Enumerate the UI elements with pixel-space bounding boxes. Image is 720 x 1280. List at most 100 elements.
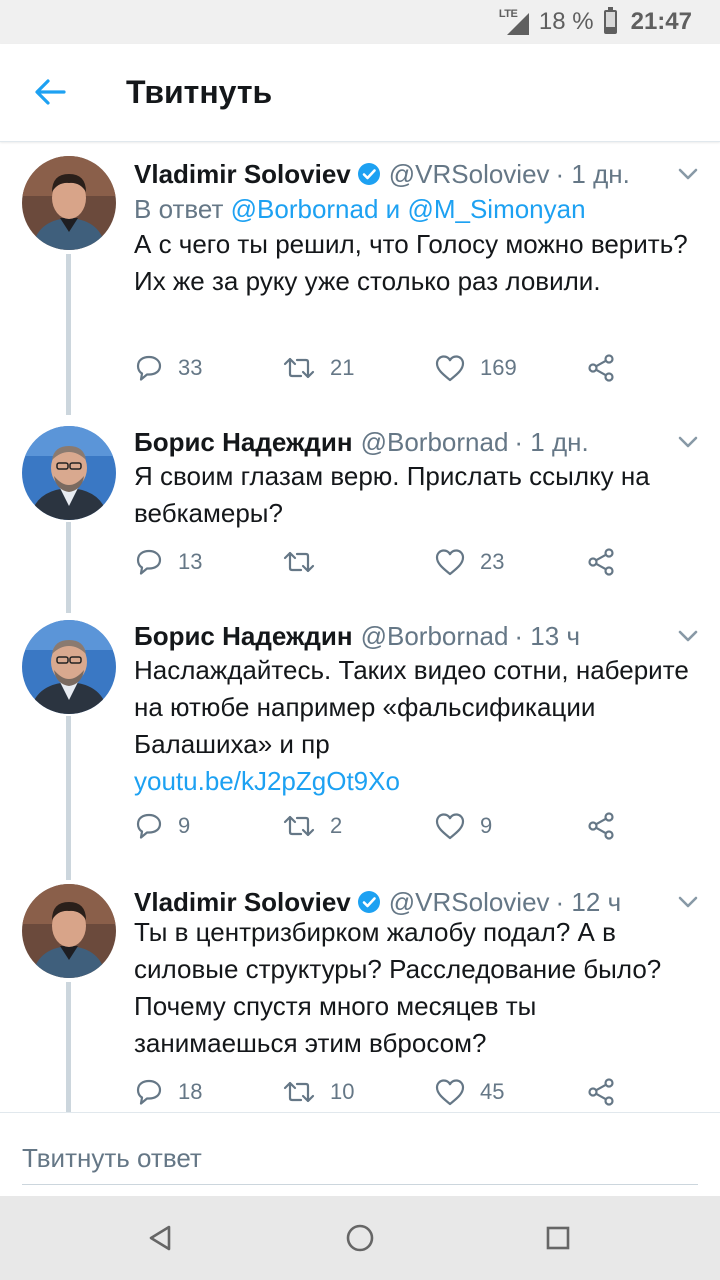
reply-button[interactable]: 13 xyxy=(134,542,202,582)
tweet-body: Наслаждайтесь. Таких видео сотни, набери… xyxy=(134,655,689,759)
tweet[interactable]: Vladimir Soloviev @VRSoloviev · 1 дн. В … xyxy=(0,150,720,415)
reply-input[interactable] xyxy=(22,1133,698,1185)
reply-icon xyxy=(136,355,162,381)
back-triangle-icon xyxy=(149,1225,171,1251)
nav-home-button[interactable] xyxy=(338,1216,382,1260)
tweet-actions: 13 23 xyxy=(134,542,694,582)
reply-button[interactable]: 18 xyxy=(134,1072,202,1112)
tweet-text: Наслаждайтесь. Таких видео сотни, набери… xyxy=(134,652,704,800)
tweet[interactable]: Vladimir Soloviev @VRSoloviev · 12 ч Ты … xyxy=(0,878,720,1112)
chevron-down-icon[interactable] xyxy=(676,624,700,648)
reply-prefix: В ответ xyxy=(134,194,224,224)
tweet-header: Борис Надеждин @Borbornad · 1 дн. xyxy=(134,424,700,460)
back-arrow-icon xyxy=(35,79,66,105)
reply-button[interactable]: 33 xyxy=(134,348,202,388)
reply-count: 13 xyxy=(178,549,203,574)
reply-icon xyxy=(136,549,162,575)
share-button[interactable] xyxy=(586,806,616,846)
avatar[interactable] xyxy=(22,426,116,520)
chevron-down-icon[interactable] xyxy=(676,890,700,914)
thread-line xyxy=(66,254,71,415)
reply-count: 18 xyxy=(178,1079,203,1104)
retweet-count: 21 xyxy=(330,355,355,380)
chevron-down-icon[interactable] xyxy=(676,430,700,454)
share-button[interactable] xyxy=(586,348,616,388)
reply-composer xyxy=(0,1112,720,1196)
retweet-button[interactable]: 10 xyxy=(282,1072,354,1112)
like-count: 9 xyxy=(480,813,493,838)
author-name[interactable]: Vladimir Soloviev xyxy=(134,159,351,190)
reply-context: В ответ @Borbornad и @M_Simonyan xyxy=(134,194,586,225)
retweet-button[interactable] xyxy=(282,542,330,582)
like-button[interactable]: 9 xyxy=(434,806,492,846)
verified-badge-icon xyxy=(357,163,380,185)
reply-joiner: и xyxy=(385,194,401,224)
tweet-link[interactable]: youtu.be/kJ2pZgOt9Xo xyxy=(134,763,704,800)
signal-icon: LTE xyxy=(499,8,529,35)
system-nav-bar xyxy=(0,1196,720,1280)
share-button[interactable] xyxy=(586,1072,616,1112)
retweet-icon xyxy=(283,815,315,837)
avatar[interactable] xyxy=(22,156,116,250)
retweet-icon xyxy=(283,357,315,379)
author-handle[interactable]: @VRSoloviev xyxy=(389,887,550,918)
battery-percent: 18 % xyxy=(538,8,594,35)
reply-icon xyxy=(136,813,162,839)
reply-count: 33 xyxy=(178,355,203,380)
avatar[interactable] xyxy=(22,884,116,978)
share-icon xyxy=(588,548,614,576)
reply-button[interactable]: 9 xyxy=(134,806,190,846)
tweet-actions: 33 21 169 xyxy=(134,348,694,388)
retweet-icon xyxy=(283,1081,315,1103)
recents-square-icon xyxy=(546,1226,570,1250)
nav-recents-button[interactable] xyxy=(536,1216,580,1260)
mention-link[interactable]: @Borbornad xyxy=(231,194,379,224)
tweet-text: Ты в центризбирком жалобу подал? А в сил… xyxy=(134,917,662,1058)
status-indicators: LTE 18 % 21:47 xyxy=(499,7,692,36)
status-bar: LTE 18 % 21:47 xyxy=(0,0,720,44)
chevron-down-icon[interactable] xyxy=(676,162,700,186)
avatar[interactable] xyxy=(22,620,116,714)
reply-count: 9 xyxy=(178,813,191,838)
tweet-header: Борис Надеждин @Borbornad · 13 ч xyxy=(134,618,700,654)
heart-icon xyxy=(435,1079,465,1106)
tweet-header: Vladimir Soloviev @VRSoloviev · 1 дн. xyxy=(134,156,700,192)
tweet-time: · 13 ч xyxy=(514,620,580,651)
reply-icon xyxy=(136,1079,162,1105)
author-name[interactable]: Борис Надеждин xyxy=(134,621,353,652)
tweet-text: А с чего ты решил, что Голосу можно вери… xyxy=(134,229,688,296)
like-count: 45 xyxy=(480,1079,505,1104)
retweet-count: 10 xyxy=(330,1079,355,1104)
tweet-text: Я своим глазам верю. Прислать ссылку на … xyxy=(134,461,650,528)
mention-link[interactable]: @M_Simonyan xyxy=(407,194,585,224)
author-name[interactable]: Борис Надеждин xyxy=(134,427,353,458)
author-handle[interactable]: @Borbornad xyxy=(361,621,509,652)
author-handle[interactable]: @VRSoloviev xyxy=(389,159,550,190)
like-button[interactable]: 45 xyxy=(434,1072,504,1112)
retweet-button[interactable]: 2 xyxy=(282,806,342,846)
tweet-time: · 1 дн. xyxy=(514,426,589,457)
like-count: 169 xyxy=(480,355,517,380)
like-button[interactable]: 23 xyxy=(434,542,504,582)
author-name[interactable]: Vladimir Soloviev xyxy=(134,887,351,918)
thread-line xyxy=(66,716,71,880)
share-button[interactable] xyxy=(586,542,616,582)
author-handle[interactable]: @Borbornad xyxy=(361,427,509,458)
tweet[interactable]: Борис Надеждин @Borbornad · 1 дн. Я свои… xyxy=(0,418,720,613)
nav-back-button[interactable] xyxy=(138,1216,182,1260)
retweet-count: 2 xyxy=(330,813,343,838)
heart-icon xyxy=(435,549,465,576)
like-count: 23 xyxy=(480,549,505,574)
tweet[interactable]: Борис Надеждин @Borbornad · 13 ч Наслажд… xyxy=(0,612,720,880)
like-button[interactable]: 169 xyxy=(434,348,517,388)
share-icon xyxy=(588,812,614,840)
retweet-button[interactable]: 21 xyxy=(282,348,354,388)
back-button[interactable] xyxy=(28,72,72,112)
tweet-actions: 9 2 9 xyxy=(134,806,694,846)
tweet-time: · 1 дн. xyxy=(555,158,630,189)
heart-icon xyxy=(435,355,465,382)
home-circle-icon xyxy=(346,1224,374,1252)
heart-icon xyxy=(435,813,465,840)
share-icon xyxy=(588,1078,614,1106)
clock: 21:47 xyxy=(630,8,692,35)
